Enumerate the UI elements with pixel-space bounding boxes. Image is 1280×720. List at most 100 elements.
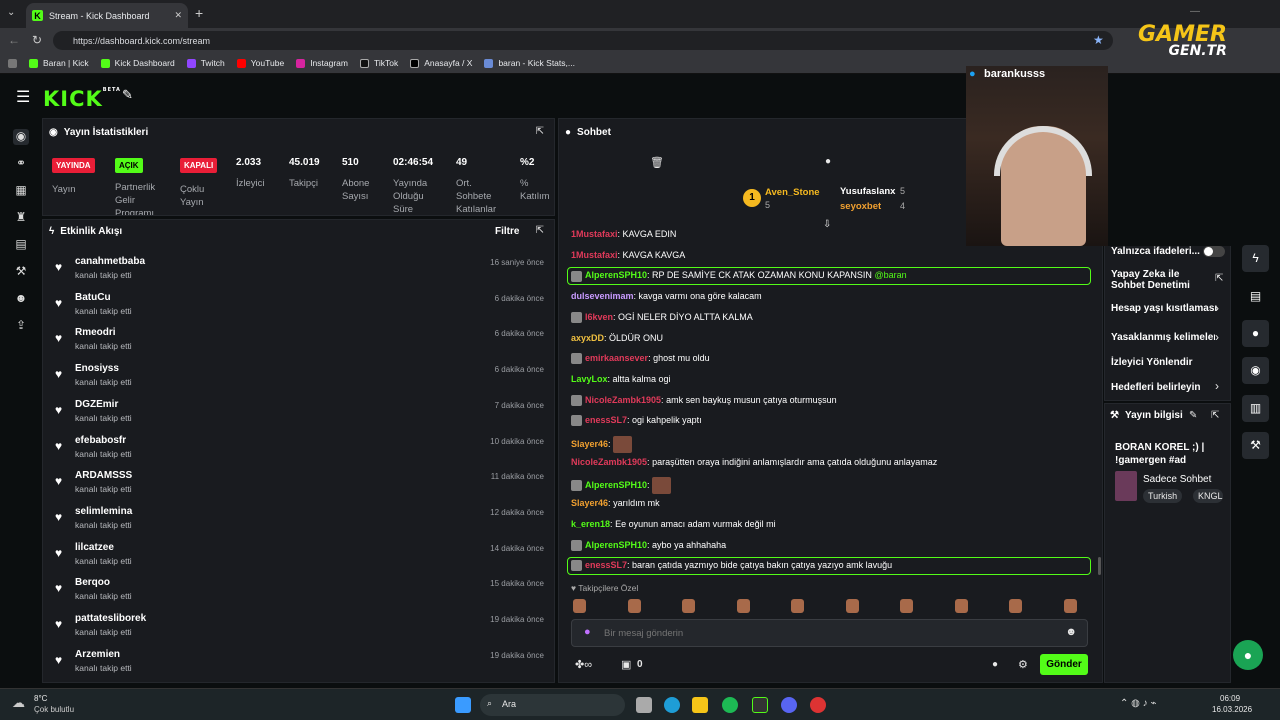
mic-icon[interactable]: ● bbox=[584, 626, 591, 638]
follower-name[interactable]: ARDAMSSS bbox=[75, 470, 132, 481]
wrench-rail-icon[interactable]: ⚒ bbox=[13, 264, 29, 280]
chat-message[interactable]: enessSL7: ogi kahpelik yaptı bbox=[571, 415, 702, 427]
list-item[interactable]: ♥ efebabosfr kanalı takip etti 10 dakika ön… bbox=[43, 435, 556, 470]
bookmark-twitch[interactable]: Twitch bbox=[186, 58, 225, 68]
scroll-down-icon[interactable]: ⇩ bbox=[823, 219, 831, 230]
ai-moderation-label[interactable]: Yapay Zeka ile Sohbet Denetimi bbox=[1111, 269, 1201, 291]
chat-message[interactable]: axyxDD: ÖLDÜR ONU bbox=[571, 333, 663, 343]
bookmark-tiktok[interactable]: TikTok bbox=[359, 58, 398, 68]
chat-username[interactable]: NicoleZambk1905 bbox=[571, 457, 647, 467]
chat-input-box[interactable]: ● ☻ bbox=[571, 619, 1088, 647]
emoji-icon[interactable]: ☻ bbox=[1065, 626, 1077, 638]
chat-message[interactable]: emirkaansever: ghost mu oldu bbox=[571, 353, 710, 365]
chat-username[interactable]: emirkaansever bbox=[585, 353, 648, 363]
list-item[interactable]: ♥ ARDAMSSS kanalı takip etti 11 dakika önce bbox=[43, 470, 556, 505]
layout-icon[interactable]: ▥ bbox=[1242, 395, 1269, 422]
chat-message[interactable]: LavyLox: altta kalma ogi bbox=[571, 374, 671, 384]
chat-username[interactable]: enessSL7 bbox=[585, 415, 627, 425]
bookmark-kick-dashboard[interactable]: Kick Dashboard bbox=[100, 58, 175, 68]
list-item[interactable]: ♥ lilcatzee kanalı takip etti 14 dakika önc… bbox=[43, 542, 556, 577]
chat-username[interactable]: AlperenSPH10 bbox=[585, 540, 647, 550]
list-item[interactable]: ♥ DGZEmir kanalı takip etti 7 dakika önce bbox=[43, 399, 556, 434]
follower-name[interactable]: canahmetbaba bbox=[75, 256, 145, 267]
discord-icon[interactable] bbox=[781, 697, 797, 713]
account-age-label[interactable]: Hesap yaşı kısıtlaması bbox=[1111, 303, 1217, 314]
app-icon[interactable] bbox=[752, 697, 768, 713]
emote-icon[interactable] bbox=[573, 599, 586, 613]
popout-icon[interactable]: ⇱ bbox=[1211, 410, 1219, 421]
chat-message[interactable]: k_eren18: Ee oyunun amacı adam vurmak de… bbox=[571, 519, 776, 529]
chat-username[interactable]: l6kven bbox=[585, 312, 613, 322]
list-item[interactable]: ♥ Arzemien kanalı takip etti 19 dakika önce bbox=[43, 649, 556, 684]
chat-username[interactable]: Slayer46 bbox=[571, 439, 608, 449]
tab-close-icon[interactable]: ✕ bbox=[174, 10, 182, 21]
follower-name[interactable]: efebabosfr bbox=[75, 435, 126, 446]
chat-username[interactable]: axyxDD bbox=[571, 333, 604, 343]
tools-icon[interactable]: ✎ bbox=[122, 87, 133, 103]
chevron-right-icon[interactable]: › bbox=[1215, 301, 1219, 315]
chat-message[interactable]: 1Mustafaxi: KAVGA EDIN bbox=[571, 229, 676, 239]
notes-icon[interactable]: ▤ bbox=[1242, 283, 1269, 310]
emote-only-toggle[interactable] bbox=[1203, 246, 1225, 257]
chat-message[interactable]: enessSL7: baran çatıda yazmıyo bide çatı… bbox=[571, 560, 892, 572]
send-button[interactable]: Gönder bbox=[1040, 654, 1088, 675]
chat-message[interactable]: l6kven: OGİ NELER DİYO ALTTA KALMA bbox=[571, 312, 753, 323]
broadcast-rail-icon[interactable]: ◉ bbox=[1242, 357, 1269, 384]
popout-icon[interactable]: ⇱ bbox=[536, 225, 544, 236]
leader-3-name[interactable]: seyoxbet bbox=[840, 201, 881, 212]
list-item[interactable]: ♥ Rmeodri kanalı takip etti 6 dakika önce bbox=[43, 327, 556, 362]
emote-icon[interactable] bbox=[900, 599, 913, 613]
chevron-right-icon[interactable]: › bbox=[1215, 379, 1219, 393]
tab-list-icon[interactable]: ⌄ bbox=[7, 7, 15, 18]
leader-1-name[interactable]: Aven_Stone bbox=[765, 187, 820, 198]
trash-icon[interactable]: 🗑 bbox=[650, 156, 664, 169]
list-item[interactable]: ♥ pattatesliborek kanalı takip etti 19 daki… bbox=[43, 613, 556, 648]
follower-name[interactable]: Rmeodri bbox=[75, 327, 116, 338]
chat-username[interactable]: AlperenSPH10 bbox=[585, 270, 647, 280]
chat-bubble-icon[interactable]: ● bbox=[992, 659, 998, 670]
start-icon[interactable] bbox=[455, 697, 471, 713]
quick-actions-icon[interactable]: ϟ bbox=[1242, 245, 1269, 272]
new-tab-button[interactable]: + bbox=[195, 5, 203, 21]
follower-name[interactable]: DGZEmir bbox=[75, 399, 118, 410]
chat-scrollbar[interactable] bbox=[1098, 557, 1101, 575]
folder-icon[interactable] bbox=[692, 697, 708, 713]
settings-icon[interactable]: ⚙ bbox=[1018, 658, 1028, 671]
chat-username[interactable]: 1Mustafaxi bbox=[571, 250, 618, 260]
follower-name[interactable]: selimlemina bbox=[75, 506, 132, 517]
follower-name[interactable]: BatuCu bbox=[75, 292, 111, 303]
edit-icon[interactable]: ✎ bbox=[1189, 410, 1197, 421]
tray-icons[interactable]: ⌃ ◍ ♪ ⌁ bbox=[1120, 698, 1156, 709]
video-rail-icon[interactable]: ▤ bbox=[13, 237, 29, 253]
link-rail-icon[interactable]: ⚭ bbox=[13, 156, 29, 172]
list-item[interactable]: ♥ Enosiyss kanalı takip etti 6 dakika önce bbox=[43, 363, 556, 398]
chat-username[interactable]: LavyLox bbox=[571, 374, 608, 384]
popout-icon[interactable]: ⇱ bbox=[536, 126, 544, 137]
chat-message[interactable]: NicoleZambk1905: amk sen baykuş musun ça… bbox=[571, 395, 837, 406]
bookmark-kick-stats[interactable]: baran - Kick Stats,... bbox=[484, 58, 575, 68]
emote-icon[interactable] bbox=[791, 599, 804, 613]
chat-message[interactable]: AlperenSPH10: RP DE SAMİYE CK ATAK OZAMA… bbox=[571, 270, 907, 282]
spotify-icon[interactable] bbox=[722, 697, 738, 713]
chat-message[interactable]: Slayer46: yarıldım mk bbox=[571, 498, 660, 508]
follower-name[interactable]: lilcatzee bbox=[75, 542, 114, 553]
bookmark-youtube[interactable]: YouTube bbox=[236, 58, 284, 68]
users-rail-icon[interactable]: ☻ bbox=[13, 291, 29, 307]
chat-username[interactable]: dulsevenimam bbox=[571, 291, 634, 301]
file-explorer-icon[interactable] bbox=[636, 697, 652, 713]
follower-name[interactable]: Enosiyss bbox=[75, 363, 119, 374]
bookmark-instagram[interactable]: Instagram bbox=[296, 58, 348, 68]
help-chat-icon[interactable]: ● bbox=[1233, 640, 1263, 670]
back-icon[interactable]: ← bbox=[8, 33, 20, 47]
raid-label[interactable]: İzleyici Yönlendir bbox=[1111, 357, 1193, 368]
kick-logo[interactable]: KICKBETA bbox=[43, 87, 121, 111]
list-item[interactable]: ♥ canahmetbaba kanalı takip etti 16 saniye … bbox=[43, 256, 556, 291]
chat-rail-icon[interactable]: ● bbox=[1242, 320, 1269, 347]
gift-icon[interactable]: ▣ bbox=[621, 658, 631, 671]
chat-message-input[interactable] bbox=[604, 625, 1044, 641]
chat-username[interactable]: 1Mustafaxi bbox=[571, 229, 618, 239]
emote-icon[interactable] bbox=[736, 599, 750, 613]
chat-message[interactable]: Slayer46: bbox=[571, 436, 633, 453]
chat-username[interactable]: k_eren18 bbox=[571, 519, 610, 529]
chat-username[interactable]: AlperenSPH10 bbox=[585, 480, 647, 490]
